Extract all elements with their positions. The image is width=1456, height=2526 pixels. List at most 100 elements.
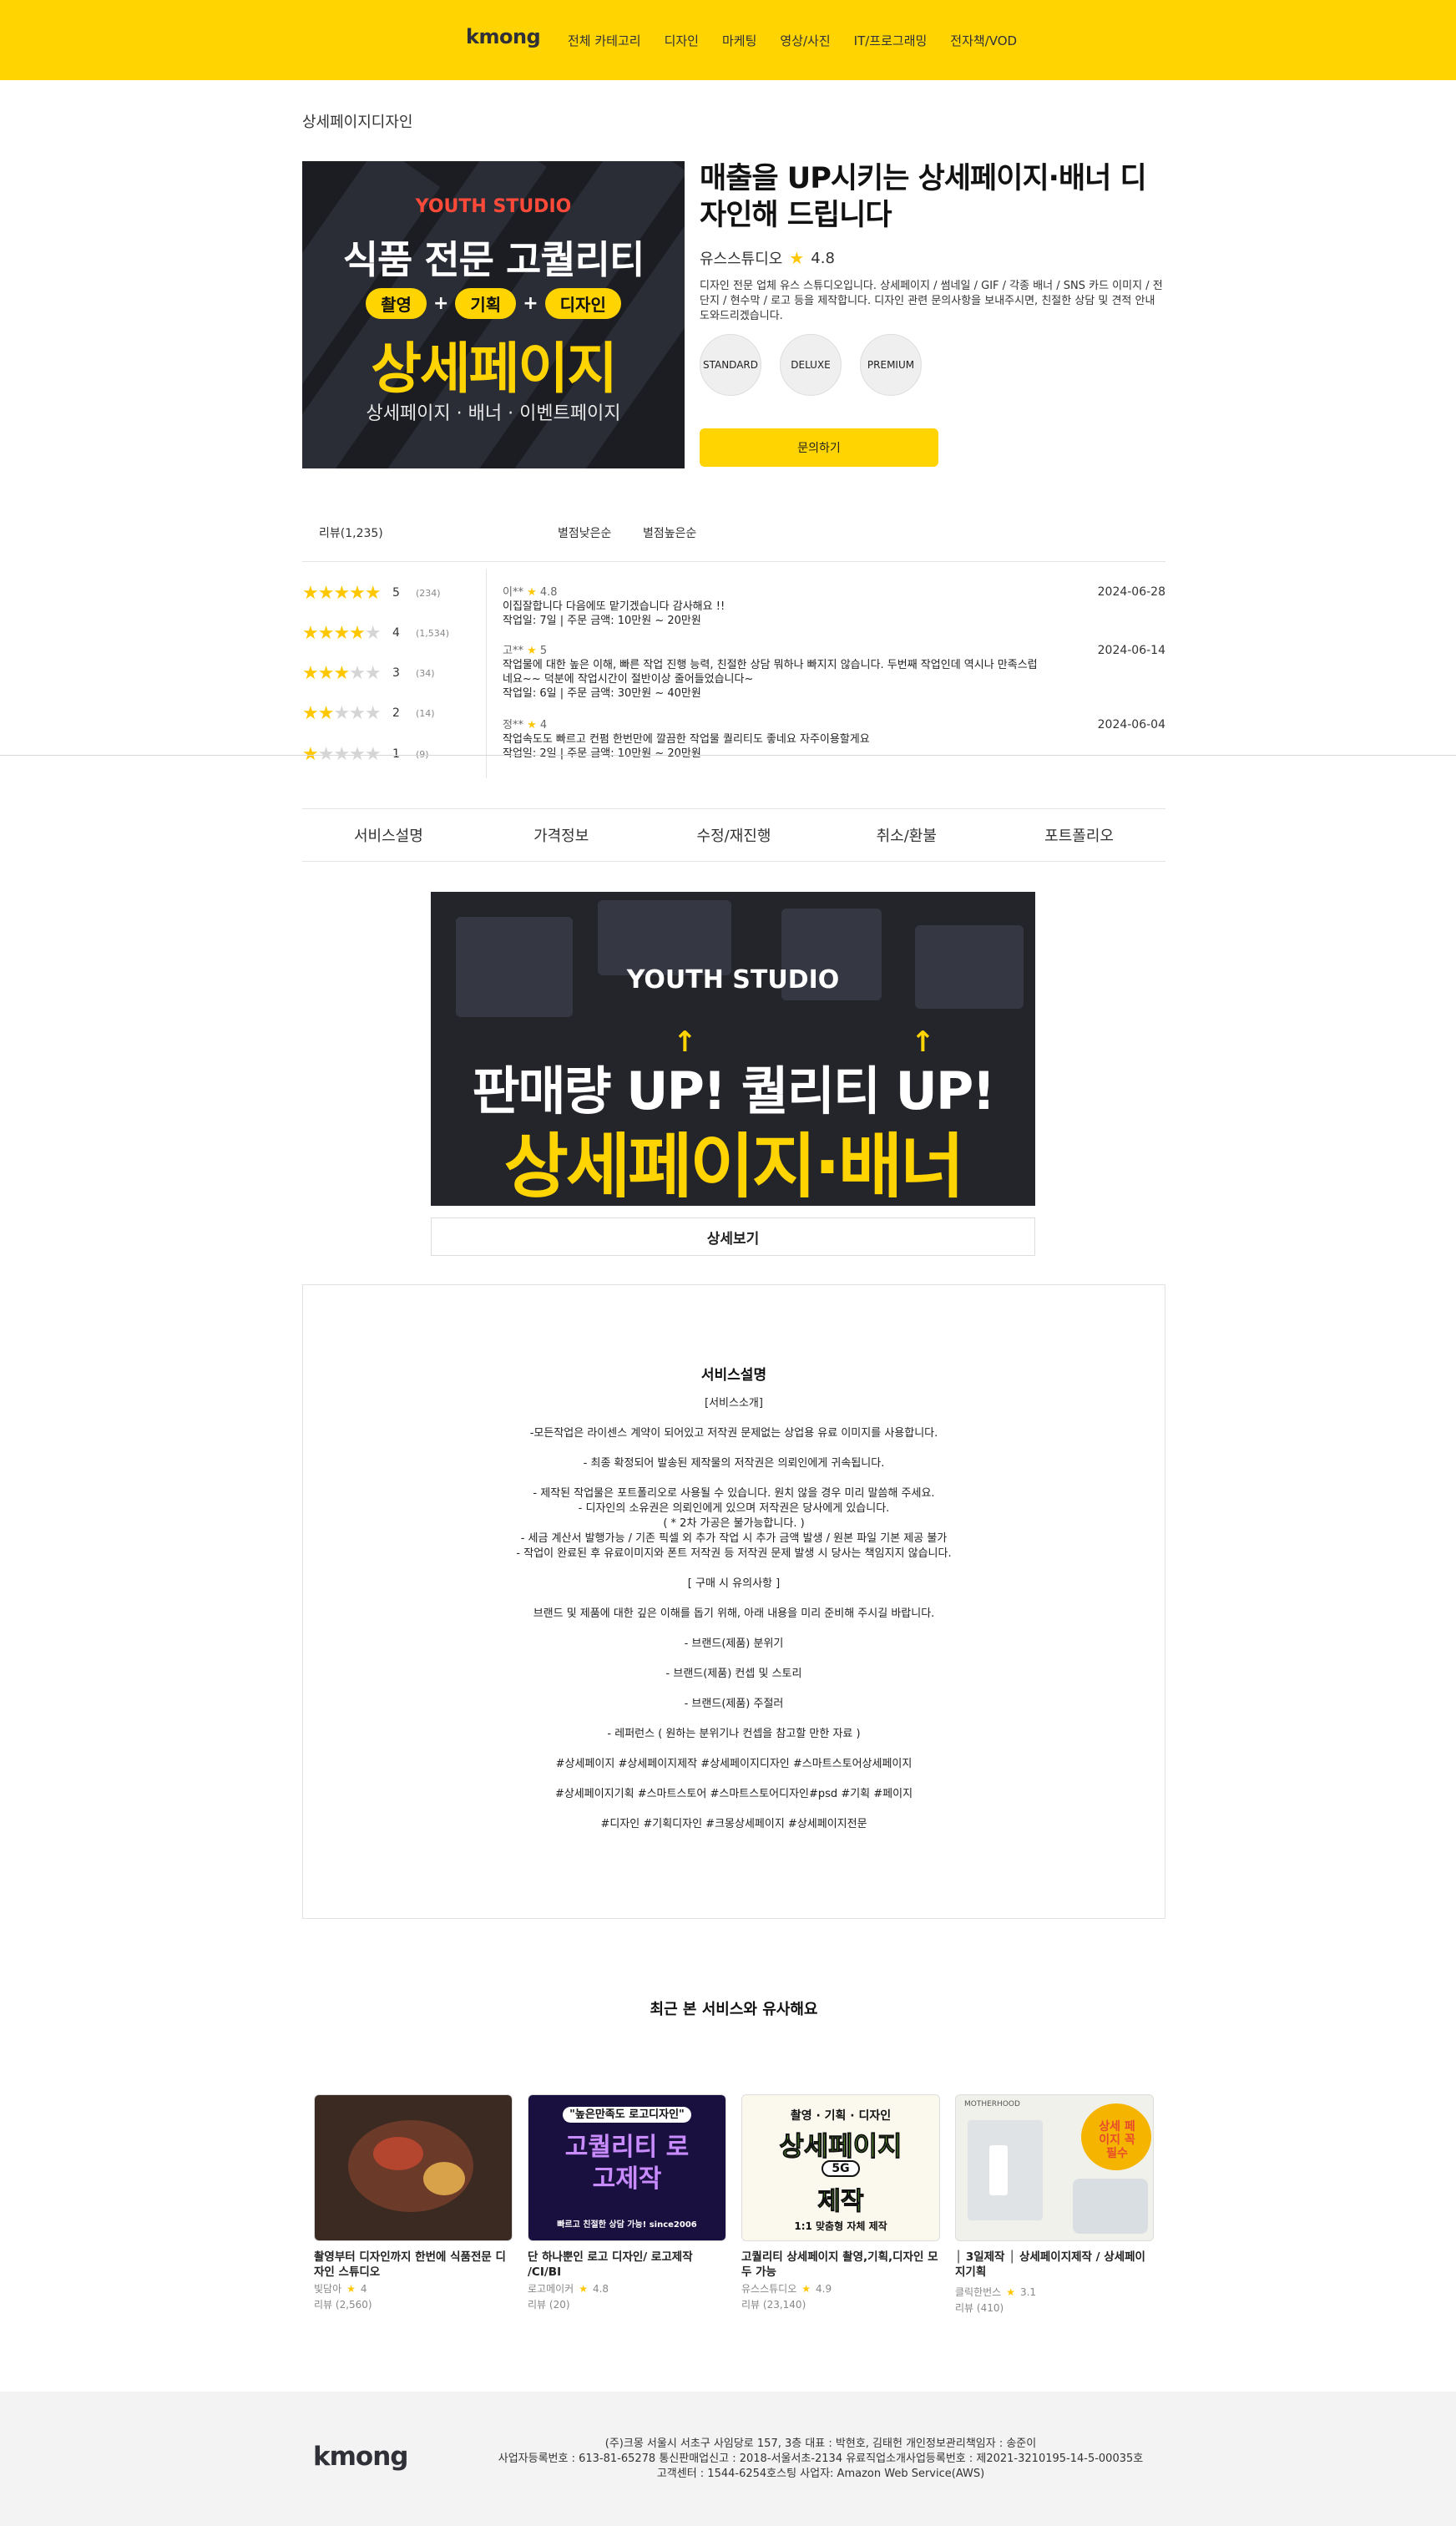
description-line: #디자인 #기획디자인 #크몽상세페이지 #상세페이지전문 [600,1818,867,1830]
tab-cancel-refund[interactable]: 취소/환불 [820,809,993,861]
five-stars-icon: ★★★★★ [302,582,382,604]
package-selector: STANDARD DELUXE PREMIUM [700,334,922,396]
card-rating: 4.9 [816,2282,832,2295]
two-stars-icon: ★★★★★ [302,702,382,724]
description-line: - 작업이 완료된 후 유료이미지와 폰트 저작권 등 저작권 문제 발생 시 … [516,1547,952,1560]
divider [302,561,1165,562]
review-author: 정** ★ 4 [503,718,1165,732]
service-description-title: 서비스설명 [700,1367,767,1384]
rating-count: (9) [416,748,429,760]
service-description: 디자인 전문 업체 유스 스튜디오입니다. 상세페이지 / 썸네일 / GIF … [700,280,1163,322]
hero-brand: YOUTH STUDIO [415,196,572,217]
breadcrumb[interactable]: 상세페이지디자인 [302,110,412,132]
description-line: -모든작업은 라이센스 계약이 되어있고 저작권 문제없는 상업용 유료 이미지… [529,1427,938,1440]
review-meta: 작업일: 7일 | 주문 금액: 10만원 ~ 20만원 [503,615,701,627]
description-line: - 세금 계산서 발행가능 / 기존 픽셀 외 추가 작업 시 추가 금액 발생… [520,1532,948,1545]
card-thumbnail[interactable] [314,2094,513,2241]
card-thumbnail[interactable]: "높은만족도 로고디자인" 고퀄리티 로고제작 빠르고 친절한 상담 가능! s… [528,2094,726,2241]
rating-value: 1 [392,747,400,761]
card-review-count: 리뷰 (23,140) [741,2299,806,2311]
service-main-image[interactable]: YOUTH STUDIO 식품 전문 고퀄리티 촬영 + 기획 + 디자인 상세… [302,161,685,468]
package-standard[interactable]: STANDARD [700,334,761,396]
description-line: [서비스소개] [705,1397,763,1410]
review-date: 2024-06-04 [1097,718,1165,731]
tab-revision[interactable]: 수정/재진행 [648,809,821,861]
review-count-heading: 리뷰(1,235) [319,527,383,540]
nav-it-programming[interactable]: IT/프로그래밍 [854,32,928,49]
thumb-caption: "높은만족도 로고디자인" [563,2107,691,2123]
hero-pill: 기획 [455,288,517,319]
view-details-button[interactable]: 상세보기 [431,1217,1035,1256]
card-thumbnail[interactable]: 촬영 · 기획 · 디자인 상세페이지 5G 제작 1:1 맞춤형 자체 제작 [741,2094,940,2241]
nav-video-photo[interactable]: 영상/사진 [780,32,830,49]
star-icon: ★ [346,2282,356,2295]
recommendation-card[interactable]: 촬영 · 기획 · 디자인 상세페이지 5G 제작 1:1 맞춤형 자체 제작 … [741,2094,940,2311]
nav-design[interactable]: 디자인 [665,32,699,49]
card-review-count: 리뷰 (2,560) [314,2299,372,2311]
thumb-footer: 빠르고 친절한 상담 가능! since2006 [557,2220,697,2230]
card-seller: 유스스튜디오 [741,2283,797,2295]
seller-row: 유스스튜디오 ★ 4.8 [700,247,835,269]
description-line: [ 구매 시 유의사항 ] [687,1577,781,1590]
nav-all-categories[interactable]: 전체 카테고리 [568,32,641,49]
sort-low-rating[interactable]: 별점낮은순 [558,524,611,541]
review-author: 이** ★ 4.8 [503,585,1165,600]
review-text: 작업물에 대한 높은 이해, 빠른 작업 진행 능력, 친절한 상담 뭐하나 빠… [503,659,1038,686]
tab-service-description[interactable]: 서비스설명 [302,809,475,861]
nav-ebook-vod[interactable]: 전자책/VOD [950,32,1017,49]
footer-line: 고객센터 : 1544-6254호스팅 사업자: Amazon Web Serv… [656,2468,985,2480]
rating-distribution-row[interactable]: ★★★★★ 3 (34) [302,663,435,684]
star-icon: ★ [527,645,537,657]
star-icon: ★ [1006,2286,1015,2298]
recommendation-card[interactable]: MOTHERHOOD 상세 페이지 꼭 필수 │ 3일제작 │ 상세페이지제작 … [955,2094,1154,2315]
one-star-icon: ★★★★★ [302,743,382,765]
footer-line: (주)크몽 서울시 서초구 사임당로 157, 3층 대표 : 박현호, 김태헌… [604,2437,1037,2450]
review-user: 이** [503,586,523,599]
star-icon: ★ [527,586,537,599]
card-seller: 클릭한번스 [955,2286,1002,2298]
seller-name[interactable]: 유스스튜디오 [700,247,782,269]
footer-logo[interactable]: kmong [313,2442,408,2472]
footer-company-info: (주)크몽 서울시 서초구 사임당로 157, 3층 대표 : 박현호, 김태헌… [476,2437,1165,2482]
description-line: - 최종 확정되어 발송된 제작물의 저작권은 의뢰인에게 귀속됩니다. [583,1457,885,1470]
description-line: - 레퍼런스 ( 원하는 분위기나 컨셉을 참고할 만한 자료 ) [607,1728,861,1740]
card-seller: 로고메이커 [528,2283,574,2295]
kmong-logo[interactable]: kmong [466,25,541,48]
package-deluxe[interactable]: DELUXE [780,334,842,396]
rating-value: 2 [392,706,400,720]
package-premium[interactable]: PREMIUM [860,334,922,396]
star-icon: ★ [789,248,805,268]
rating-count: (34) [416,667,435,679]
detail-banner-image: YOUTH STUDIO ↑ ↑ 판매량 UP! 퀄리티 UP! 상세페이지·배… [431,892,1035,1206]
service-description-body: [서비스소개] -모든작업은 라이센스 계약이 되어있고 저작권 문제없는 상업용… [302,1396,1165,1832]
thumb-caption: MOTHERHOOD [964,2100,1020,2108]
card-seller-row: 빛담아 ★ 4 [314,2281,513,2296]
thumb-headline-2: 제작 [817,2187,864,2217]
sort-high-rating[interactable]: 별점높은순 [643,524,696,541]
tab-portfolio[interactable]: 포트폴리오 [993,809,1165,861]
thumb-side-text: 상세 페이지 꼭 필수 [1099,2120,1135,2160]
hero-sub-text: 상세페이지 · 배너 · 이벤트페이지 [366,403,621,424]
tab-price-info[interactable]: 가격정보 [475,809,648,861]
banner-line2: 상세페이지·배너 [503,1126,965,1206]
recommendation-card[interactable]: 촬영부터 디자인까지 한번에 식품전문 디자인 스튜디오 빛담아 ★ 4 리뷰 (2… [314,2094,513,2311]
card-thumbnail[interactable]: MOTHERHOOD 상세 페이지 꼭 필수 [955,2094,1154,2241]
recommendation-card[interactable]: "높은만족도 로고디자인" 고퀄리티 로고제작 빠르고 친절한 상담 가능! s… [528,2094,726,2311]
rating-distribution-row[interactable]: ★★★★★ 2 (14) [302,702,435,724]
review-item: 이** ★ 4.8 이집잘합니다 다음에또 맡기겠습니다 감사해요 !! 작업일… [503,585,1165,628]
review-text: 작업속도도 빠르고 컨펌 한번만에 깔끔한 작업물 퀄리티도 좋네요 자주이용할… [503,733,870,746]
card-title: 촬영부터 디자인까지 한번에 식품전문 디자인 스튜디오 [314,2250,506,2279]
rating-distribution-row[interactable]: ★★★★★ 5 (234) [302,582,441,604]
nav-marketing[interactable]: 마케팅 [722,32,756,49]
card-rating: 4 [360,2282,367,2295]
rating-distribution-row[interactable]: ★★★★★ 1 (9) [302,743,429,765]
rating-distribution-row[interactable]: ★★★★★ 4 (1,534) [302,623,449,644]
rating-count: (234) [416,587,441,599]
inquire-button[interactable]: 문의하기 [700,428,938,467]
